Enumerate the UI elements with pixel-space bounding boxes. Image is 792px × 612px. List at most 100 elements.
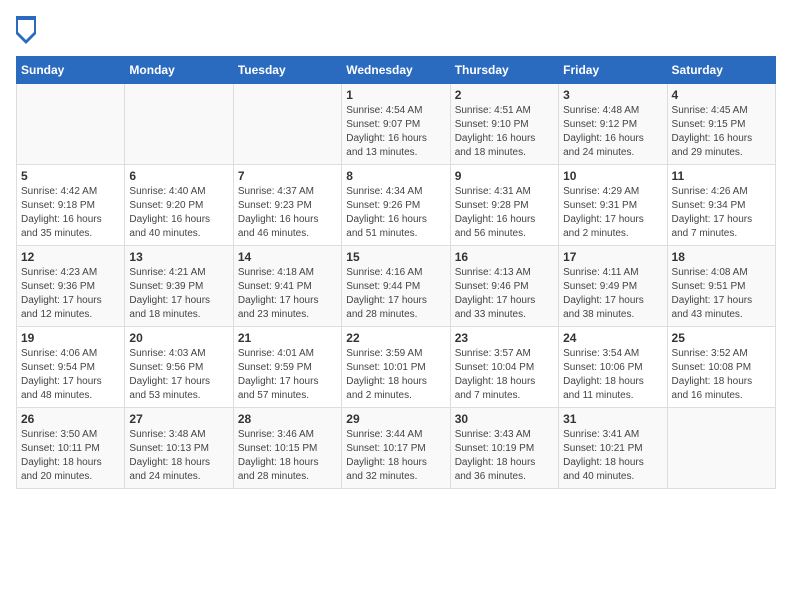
day-number: 19: [21, 331, 120, 345]
calendar-cell: [667, 408, 775, 489]
day-number: 12: [21, 250, 120, 264]
day-number: 11: [672, 169, 771, 183]
cell-content: Sunrise: 4:01 AM Sunset: 9:59 PM Dayligh…: [238, 347, 337, 403]
day-number: 20: [129, 331, 228, 345]
cell-content: Sunrise: 4:23 AM Sunset: 9:36 PM Dayligh…: [21, 266, 120, 322]
cell-content: Sunrise: 4:40 AM Sunset: 9:20 PM Dayligh…: [129, 185, 228, 241]
calendar-cell: [233, 84, 341, 165]
day-number: 24: [563, 331, 662, 345]
calendar-cell: 8 Sunrise: 4:34 AM Sunset: 9:26 PM Daylig…: [342, 165, 450, 246]
day-number: 26: [21, 412, 120, 426]
calendar-cell: 18 Sunrise: 4:08 AM Sunset: 9:51 PM Dayli…: [667, 246, 775, 327]
day-number: 1: [346, 88, 445, 102]
cell-content: Sunrise: 4:18 AM Sunset: 9:41 PM Dayligh…: [238, 266, 337, 322]
calendar-cell: 12 Sunrise: 4:23 AM Sunset: 9:36 PM Dayli…: [17, 246, 125, 327]
calendar-cell: 26 Sunrise: 3:50 AM Sunset: 10:11 PM Dayl…: [17, 408, 125, 489]
cell-content: Sunrise: 3:44 AM Sunset: 10:17 PM Daylig…: [346, 428, 445, 484]
calendar-week-row: 12 Sunrise: 4:23 AM Sunset: 9:36 PM Dayli…: [17, 246, 776, 327]
cell-content: Sunrise: 3:52 AM Sunset: 10:08 PM Daylig…: [672, 347, 771, 403]
calendar-cell: [17, 84, 125, 165]
cell-content: Sunrise: 4:42 AM Sunset: 9:18 PM Dayligh…: [21, 185, 120, 241]
calendar-cell: 29 Sunrise: 3:44 AM Sunset: 10:17 PM Dayl…: [342, 408, 450, 489]
weekday-header: Monday: [125, 57, 233, 84]
day-number: 9: [455, 169, 554, 183]
calendar-cell: 1 Sunrise: 4:54 AM Sunset: 9:07 PM Daylig…: [342, 84, 450, 165]
calendar-cell: 2 Sunrise: 4:51 AM Sunset: 9:10 PM Daylig…: [450, 84, 558, 165]
day-number: 27: [129, 412, 228, 426]
calendar-cell: 19 Sunrise: 4:06 AM Sunset: 9:54 PM Dayli…: [17, 327, 125, 408]
calendar-table: SundayMondayTuesdayWednesdayThursdayFrid…: [16, 56, 776, 489]
weekday-header-row: SundayMondayTuesdayWednesdayThursdayFrid…: [17, 57, 776, 84]
day-number: 25: [672, 331, 771, 345]
cell-content: Sunrise: 4:34 AM Sunset: 9:26 PM Dayligh…: [346, 185, 445, 241]
cell-content: Sunrise: 3:50 AM Sunset: 10:11 PM Daylig…: [21, 428, 120, 484]
cell-content: Sunrise: 4:51 AM Sunset: 9:10 PM Dayligh…: [455, 104, 554, 160]
day-number: 18: [672, 250, 771, 264]
day-number: 14: [238, 250, 337, 264]
weekday-header: Sunday: [17, 57, 125, 84]
calendar-cell: 28 Sunrise: 3:46 AM Sunset: 10:15 PM Dayl…: [233, 408, 341, 489]
calendar-week-row: 1 Sunrise: 4:54 AM Sunset: 9:07 PM Daylig…: [17, 84, 776, 165]
day-number: 31: [563, 412, 662, 426]
calendar-cell: 6 Sunrise: 4:40 AM Sunset: 9:20 PM Daylig…: [125, 165, 233, 246]
calendar-cell: 15 Sunrise: 4:16 AM Sunset: 9:44 PM Dayli…: [342, 246, 450, 327]
day-number: 28: [238, 412, 337, 426]
day-number: 10: [563, 169, 662, 183]
cell-content: Sunrise: 4:06 AM Sunset: 9:54 PM Dayligh…: [21, 347, 120, 403]
calendar-cell: 3Sunrise: 4:48 AM Sunset: 9:12 PM Daylig…: [559, 84, 667, 165]
day-number: 7: [238, 169, 337, 183]
cell-content: Sunrise: 4:11 AM Sunset: 9:49 PM Dayligh…: [563, 266, 662, 322]
page-header: [16, 16, 776, 44]
calendar-cell: 20 Sunrise: 4:03 AM Sunset: 9:56 PM Dayli…: [125, 327, 233, 408]
cell-content: Sunrise: 4:08 AM Sunset: 9:51 PM Dayligh…: [672, 266, 771, 322]
cell-content: Sunrise: 3:48 AM Sunset: 10:13 PM Daylig…: [129, 428, 228, 484]
calendar-week-row: 5 Sunrise: 4:42 AM Sunset: 9:18 PM Daylig…: [17, 165, 776, 246]
weekday-header: Wednesday: [342, 57, 450, 84]
logo: [16, 16, 40, 44]
logo-icon: [16, 16, 36, 44]
cell-content: Sunrise: 4:26 AM Sunset: 9:34 PM Dayligh…: [672, 185, 771, 241]
cell-content: Sunrise: 3:57 AM Sunset: 10:04 PM Daylig…: [455, 347, 554, 403]
day-number: 23: [455, 331, 554, 345]
day-number: 6: [129, 169, 228, 183]
calendar-cell: 4 Sunrise: 4:45 AM Sunset: 9:15 PM Daylig…: [667, 84, 775, 165]
cell-content: Sunrise: 4:54 AM Sunset: 9:07 PM Dayligh…: [346, 104, 445, 160]
calendar-cell: 7 Sunrise: 4:37 AM Sunset: 9:23 PM Daylig…: [233, 165, 341, 246]
day-number: 17: [563, 250, 662, 264]
day-number: 5: [21, 169, 120, 183]
day-number: 15: [346, 250, 445, 264]
cell-content: Sunrise: 3:46 AM Sunset: 10:15 PM Daylig…: [238, 428, 337, 484]
cell-content: Sunrise: 4:31 AM Sunset: 9:28 PM Dayligh…: [455, 185, 554, 241]
cell-content: Sunrise: 3:41 AM Sunset: 10:21 PM Daylig…: [563, 428, 662, 484]
calendar-cell: 17 Sunrise: 4:11 AM Sunset: 9:49 PM Dayli…: [559, 246, 667, 327]
cell-content: Sunrise: 4:16 AM Sunset: 9:44 PM Dayligh…: [346, 266, 445, 322]
calendar-cell: 22 Sunrise: 3:59 AM Sunset: 10:01 PM Dayl…: [342, 327, 450, 408]
calendar-cell: 25 Sunrise: 3:52 AM Sunset: 10:08 PM Dayl…: [667, 327, 775, 408]
calendar-week-row: 26 Sunrise: 3:50 AM Sunset: 10:11 PM Dayl…: [17, 408, 776, 489]
cell-content: Sunrise: 4:45 AM Sunset: 9:15 PM Dayligh…: [672, 104, 771, 160]
day-number: 4: [672, 88, 771, 102]
cell-content: Sunrise: 4:37 AM Sunset: 9:23 PM Dayligh…: [238, 185, 337, 241]
cell-content: Sunrise: 3:43 AM Sunset: 10:19 PM Daylig…: [455, 428, 554, 484]
day-number: 8: [346, 169, 445, 183]
calendar-cell: 23 Sunrise: 3:57 AM Sunset: 10:04 PM Dayl…: [450, 327, 558, 408]
calendar-cell: 24Sunrise: 3:54 AM Sunset: 10:06 PM Dayl…: [559, 327, 667, 408]
day-number: 2: [455, 88, 554, 102]
cell-content: Sunrise: 4:21 AM Sunset: 9:39 PM Dayligh…: [129, 266, 228, 322]
weekday-header: Thursday: [450, 57, 558, 84]
calendar-cell: 14 Sunrise: 4:18 AM Sunset: 9:41 PM Dayli…: [233, 246, 341, 327]
calendar-cell: 21Sunrise: 4:01 AM Sunset: 9:59 PM Dayli…: [233, 327, 341, 408]
calendar-cell: 5 Sunrise: 4:42 AM Sunset: 9:18 PM Daylig…: [17, 165, 125, 246]
day-number: 22: [346, 331, 445, 345]
weekday-header: Tuesday: [233, 57, 341, 84]
calendar-cell: 16Sunrise: 4:13 AM Sunset: 9:46 PM Dayli…: [450, 246, 558, 327]
cell-content: Sunrise: 4:03 AM Sunset: 9:56 PM Dayligh…: [129, 347, 228, 403]
calendar-cell: 31 Sunrise: 3:41 AM Sunset: 10:21 PM Dayl…: [559, 408, 667, 489]
calendar-cell: 13Sunrise: 4:21 AM Sunset: 9:39 PM Dayli…: [125, 246, 233, 327]
day-number: 30: [455, 412, 554, 426]
weekday-header: Friday: [559, 57, 667, 84]
calendar-week-row: 19 Sunrise: 4:06 AM Sunset: 9:54 PM Dayli…: [17, 327, 776, 408]
cell-content: Sunrise: 3:59 AM Sunset: 10:01 PM Daylig…: [346, 347, 445, 403]
day-number: 29: [346, 412, 445, 426]
weekday-header: Saturday: [667, 57, 775, 84]
